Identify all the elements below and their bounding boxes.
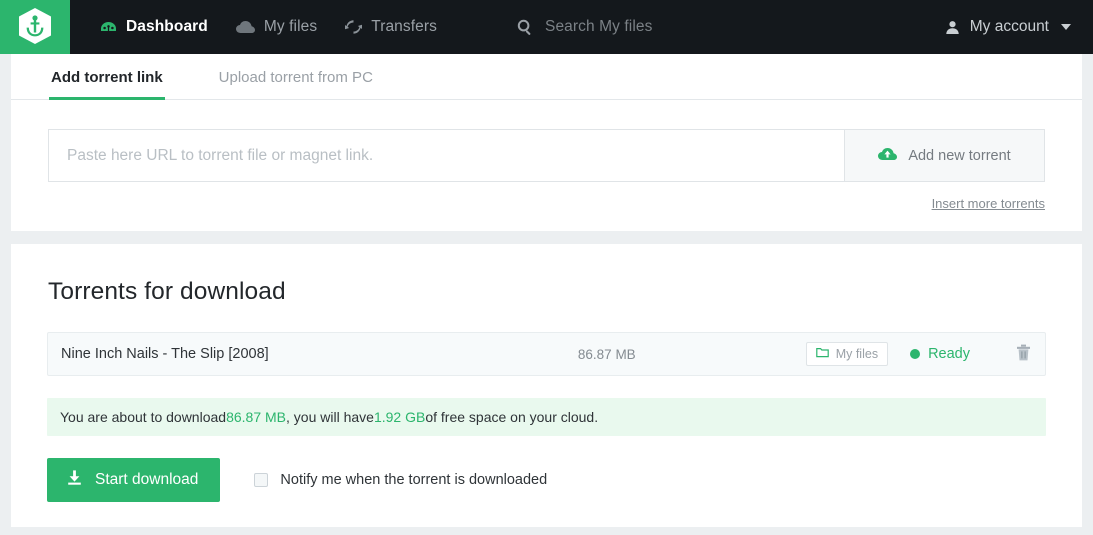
tab-label: Upload torrent from PC	[218, 69, 373, 86]
sync-refresh-icon	[345, 19, 363, 35]
account-label: My account	[969, 18, 1049, 35]
nav-item-label: My files	[263, 18, 318, 35]
search-input-placeholder: Search My files	[545, 18, 653, 35]
tab-bar: Add torrent link Upload torrent from PC	[11, 54, 1082, 100]
insert-more-torrents-link[interactable]: Insert more torrents	[932, 196, 1045, 211]
cloud-upload-icon	[878, 146, 898, 165]
nav-item-transfers[interactable]: Transfers	[331, 0, 451, 54]
account-menu[interactable]: My account	[931, 0, 1093, 54]
trash-icon	[1016, 344, 1031, 364]
free-space-notice: You are about to download 86.87 MB, you …	[47, 398, 1046, 436]
notice-middle: , you will have	[286, 409, 374, 425]
notify-checkbox-label: Notify me when the torrent is downloaded	[280, 472, 548, 488]
start-download-button[interactable]: Start download	[47, 458, 221, 502]
nav-item-my-files[interactable]: My files	[222, 0, 331, 54]
torrents-for-download-card: Torrents for download Nine Inch Nails - …	[11, 244, 1082, 527]
top-navbar: Dashboard My files Transfers Search My f…	[0, 0, 1093, 54]
user-icon	[945, 20, 960, 35]
primary-nav: Dashboard My files Transfers	[86, 0, 451, 54]
notice-prefix: You are about to download	[60, 409, 227, 425]
destination-label: My files	[835, 347, 879, 361]
nav-item-dashboard[interactable]: Dashboard	[86, 0, 222, 54]
tab-add-torrent-link[interactable]: Add torrent link	[49, 69, 165, 100]
chevron-down-icon	[1061, 24, 1071, 30]
actions-row: Start download Notify me when the torren…	[47, 458, 1046, 527]
notice-free-space: 1.92 GB	[373, 409, 426, 425]
delete-torrent-button[interactable]	[1016, 344, 1031, 364]
download-icon	[66, 469, 83, 491]
torrent-url-row: Add new torrent	[48, 129, 1045, 182]
destination-button[interactable]: My files	[805, 342, 889, 366]
app-logo[interactable]	[0, 0, 70, 54]
search-icon	[517, 19, 533, 35]
status-label: Ready	[928, 346, 970, 362]
add-new-torrent-label: Add new torrent	[908, 147, 1011, 164]
torrent-name: Nine Inch Nails - The Slip [2008]	[61, 346, 269, 362]
notice-download-size: 86.87 MB	[226, 409, 287, 425]
nav-item-label: Transfers	[371, 18, 437, 35]
anchor-hexagon-logo-icon	[18, 7, 52, 48]
notify-checkbox-row[interactable]: Notify me when the torrent is downloaded	[254, 472, 547, 488]
cloud-icon	[235, 20, 255, 34]
start-download-label: Start download	[95, 471, 199, 488]
tab-upload-torrent-from-pc[interactable]: Upload torrent from PC	[217, 69, 375, 100]
notify-checkbox[interactable]	[254, 473, 269, 487]
torrent-size: 86.87 MB	[577, 346, 636, 362]
search-my-files[interactable]: Search My files	[517, 0, 931, 54]
dashboard-gauge-icon	[100, 19, 117, 36]
page-title: Torrents for download	[48, 278, 286, 305]
folder-icon	[815, 347, 829, 361]
torrent-url-input[interactable]	[48, 129, 844, 182]
nav-item-label: Dashboard	[126, 18, 208, 35]
tab-label: Add torrent link	[51, 69, 163, 86]
notice-suffix: of free space on your cloud.	[425, 409, 599, 425]
add-new-torrent-button[interactable]: Add new torrent	[844, 129, 1045, 182]
status-dot-icon	[910, 349, 921, 359]
table-row: Nine Inch Nails - The Slip [2008] 86.87 …	[47, 332, 1046, 376]
insert-more-row: Insert more torrents	[11, 182, 1082, 231]
add-torrent-card: Add torrent link Upload torrent from PC …	[11, 54, 1082, 231]
status-badge: Ready	[910, 346, 970, 362]
